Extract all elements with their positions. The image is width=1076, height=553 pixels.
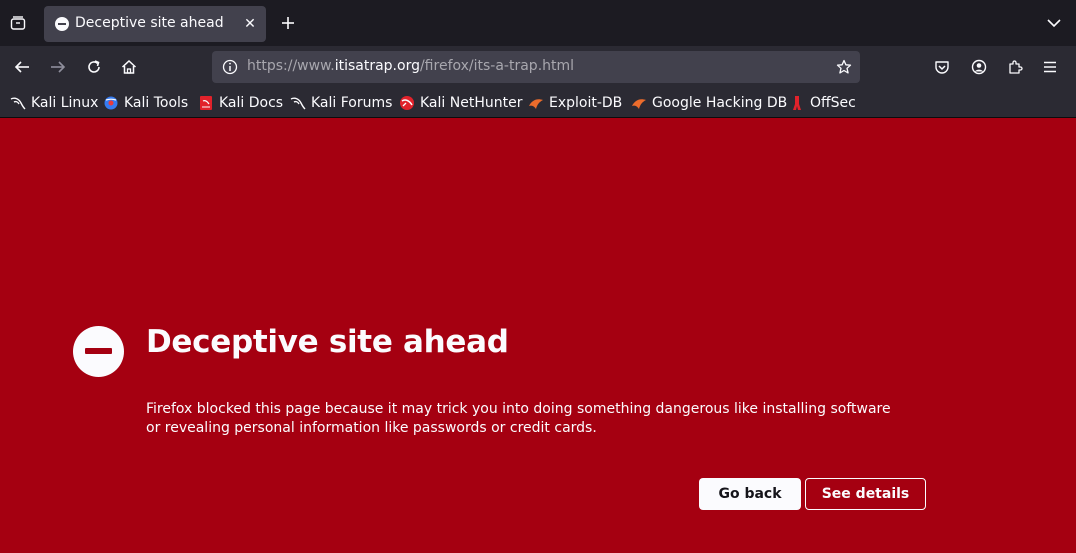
bookmarks-toolbar: Kali Linux Kali Tools Kali Docs Kali For… <box>0 88 1076 118</box>
bookmark-label: Kali Docs <box>219 95 284 111</box>
bookmark-kali-linux[interactable]: Kali Linux <box>10 93 98 113</box>
kali-tools-icon <box>103 95 119 111</box>
reload-icon[interactable] <box>82 55 106 79</box>
bookmark-star-icon[interactable] <box>834 57 854 77</box>
extensions-icon[interactable] <box>1003 55 1027 79</box>
bookmark-exploit-db[interactable]: Exploit-DB <box>528 93 622 113</box>
url-scheme: https://www. <box>247 58 335 74</box>
bookmark-label: Kali NetHunter <box>420 95 523 111</box>
list-all-tabs-chevron-icon[interactable] <box>1043 12 1065 34</box>
menu-hamburger-icon[interactable] <box>1038 55 1062 79</box>
page-title: Deceptive site ahead <box>146 324 509 360</box>
tab-title: Deceptive site ahead <box>75 15 224 31</box>
bookmark-kali-docs[interactable]: Kali Docs <box>198 93 283 113</box>
bookmark-label: Google Hacking DB <box>652 95 788 111</box>
url-host: itisatrap.org <box>334 58 420 74</box>
site-info-icon[interactable] <box>220 57 240 77</box>
kali-dragon-icon <box>10 95 26 111</box>
kali-docs-icon <box>198 95 214 111</box>
tab-strip: Deceptive site ahead ✕ <box>0 0 1076 46</box>
bookmark-offsec[interactable]: OffSec <box>789 93 856 113</box>
nethunter-icon <box>399 95 415 111</box>
back-arrow-icon[interactable] <box>10 55 34 79</box>
blocked-page: Deceptive site ahead Firefox blocked thi… <box>0 119 1076 553</box>
go-back-button[interactable]: Go back <box>699 478 801 510</box>
offsec-icon <box>789 95 805 111</box>
close-tab-icon[interactable]: ✕ <box>240 14 260 34</box>
kali-dragon-icon <box>290 95 306 111</box>
url-bar[interactable]: https://www.itisatrap.org/firefox/its-a-… <box>212 51 860 83</box>
tab-list-icon[interactable] <box>6 11 30 35</box>
see-details-button[interactable]: See details <box>805 478 926 510</box>
bookmark-label: Kali Forums <box>311 95 393 111</box>
bookmark-kali-nethunter[interactable]: Kali NetHunter <box>399 93 522 113</box>
exploit-db-icon <box>631 95 647 111</box>
pocket-icon[interactable] <box>930 55 954 79</box>
new-tab-icon[interactable] <box>277 12 299 34</box>
bookmark-label: OffSec <box>810 95 856 111</box>
url-text[interactable]: https://www.itisatrap.org/firefox/its-a-… <box>247 58 574 74</box>
forward-arrow-icon[interactable] <box>46 55 70 79</box>
bookmark-label: Kali Linux <box>31 95 99 111</box>
tab-deceptive-site[interactable]: Deceptive site ahead ✕ <box>44 6 266 42</box>
bookmark-label: Kali Tools <box>124 95 189 111</box>
exploit-db-icon <box>528 95 544 111</box>
home-icon[interactable] <box>117 55 141 79</box>
blocked-icon <box>73 326 124 377</box>
blocked-favicon-icon <box>55 17 69 31</box>
error-description: Firefox blocked this page because it may… <box>146 401 891 436</box>
navigation-toolbar: https://www.itisatrap.org/firefox/its-a-… <box>0 46 1076 88</box>
bookmark-label: Exploit-DB <box>549 95 623 111</box>
bookmark-kali-tools[interactable]: Kali Tools <box>103 93 188 113</box>
bookmark-kali-forums[interactable]: Kali Forums <box>290 93 392 113</box>
bookmark-google-hacking-db[interactable]: Google Hacking DB <box>631 93 787 113</box>
account-icon[interactable] <box>967 55 991 79</box>
url-path: /firefox/its-a-trap.html <box>419 58 575 74</box>
